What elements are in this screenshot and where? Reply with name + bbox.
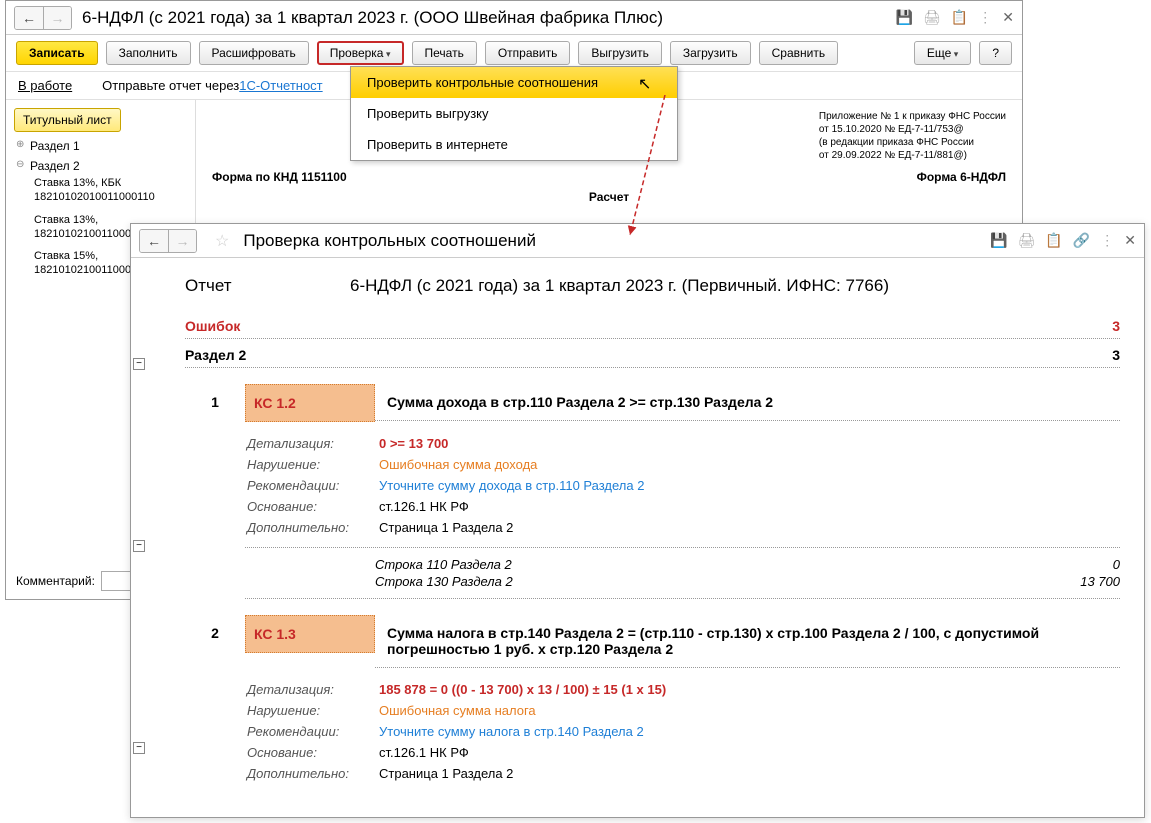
form-name: Форма 6-НДФЛ xyxy=(917,170,1006,184)
section-label: Раздел 2 xyxy=(185,347,246,363)
ks2-detail: 185 878 = 0 ((0 - 13 700) х 13 / 100) ± … xyxy=(379,680,1118,699)
status-label[interactable]: В работе xyxy=(18,78,72,93)
export-button[interactable]: Выгрузить xyxy=(578,41,662,65)
check-nav-forward-button[interactable]: → xyxy=(168,230,196,252)
check-titlebar: ← → ☆ Проверка контрольных соотношений 💾… xyxy=(131,224,1144,258)
collapse-toggle-1[interactable]: − xyxy=(133,358,145,370)
sidebar-title-page[interactable]: Титульный лист xyxy=(14,108,121,132)
ks2-basis: ст.126.1 НК РФ xyxy=(379,743,1118,762)
otchet-label: Отчет xyxy=(185,276,350,296)
decode-button[interactable]: Расшифровать xyxy=(199,41,309,65)
sidebar-s2-item-0[interactable]: Ставка 13%, КБК 18210102010011000110 xyxy=(14,176,187,205)
ks1-violation: Ошибочная сумма дохода xyxy=(379,455,1118,474)
errors-row: Ошибок 3 xyxy=(185,314,1120,339)
comment-label: Комментарий: xyxy=(16,574,95,588)
check-dropdown-menu: Проверить контрольные соотношения Провер… xyxy=(350,66,678,161)
sidebar-section2[interactable]: ⊖Раздел 2 xyxy=(14,156,187,176)
sidebar-section1[interactable]: ⊕Раздел 1 xyxy=(14,136,187,156)
ks2-violation: Ошибочная сумма налога xyxy=(379,701,1118,720)
ks-block-1: 1 КС 1.2 Сумма дохода в стр.110 Раздела … xyxy=(185,384,1120,599)
errors-label: Ошибок xyxy=(185,318,240,334)
ks1-desc: Сумма дохода в стр.110 Раздела 2 >= стр.… xyxy=(375,384,1120,421)
nav-buttons: ← → xyxy=(14,6,72,30)
check-body: − − − Отчет 6-НДФЛ (с 2021 года) за 1 кв… xyxy=(131,258,1144,817)
ks-block-2: 2 КС 1.3 Сумма налога в стр.140 Раздела … xyxy=(185,615,1120,785)
ks1-detail: 0 >= 13 700 xyxy=(379,434,1118,453)
ks2-recommend[interactable]: Уточните сумму налога в стр.140 Раздела … xyxy=(379,722,1118,741)
star-icon[interactable]: ☆ xyxy=(215,231,229,251)
ks1-basis: ст.126.1 НК РФ xyxy=(379,497,1118,516)
otchet-value: 6-НДФЛ (с 2021 года) за 1 квартал 2023 г… xyxy=(350,276,889,296)
save-icon[interactable]: 💾 xyxy=(896,9,913,26)
titlebar: ← → 6-НДФЛ (с 2021 года) за 1 квартал 20… xyxy=(6,1,1022,35)
check-print-icon[interactable]: 🖨 xyxy=(1018,232,1036,249)
ks2-extra: Страница 1 Раздела 2 xyxy=(379,764,1118,783)
knd-label: Форма по КНД 1151100 xyxy=(212,170,347,184)
print-button[interactable]: Печать xyxy=(412,41,477,65)
more-icon[interactable]: ⋮ xyxy=(978,9,992,26)
raschet-label: Расчет xyxy=(212,190,1006,204)
compare-button[interactable]: Сравнить xyxy=(759,41,838,65)
clip-icon[interactable]: 📋 xyxy=(951,9,968,26)
ks1-line-0: Строка 110 Раздела 20 xyxy=(375,556,1120,573)
close-icon[interactable]: ✕ xyxy=(1002,9,1014,26)
check-link-icon[interactable]: 🔗 xyxy=(1073,232,1090,249)
check-button[interactable]: Проверка xyxy=(317,41,404,65)
window-title: 6-НДФЛ (с 2021 года) за 1 квартал 2023 г… xyxy=(82,8,896,28)
check-title: Проверка контрольных соотношений xyxy=(237,231,990,251)
ks1-badge: КС 1.2 xyxy=(245,384,375,422)
check-window: ← → ☆ Проверка контрольных соотношений 💾… xyxy=(130,223,1145,818)
help-button[interactable]: ? xyxy=(979,41,1012,65)
send-button[interactable]: Отправить xyxy=(485,41,571,65)
ks1-extra: Страница 1 Раздела 2 xyxy=(379,518,1118,537)
menu-check-ratios[interactable]: Проверить контрольные соотношения xyxy=(351,67,677,98)
check-title-actions: 💾 🖨 📋 🔗 ⋮ ✕ xyxy=(990,232,1136,249)
check-close-icon[interactable]: ✕ xyxy=(1124,232,1136,249)
title-actions: 💾 🖨 📋 ⋮ ✕ xyxy=(896,9,1014,26)
ks1-num: 1 xyxy=(185,384,245,410)
status-link[interactable]: 1С-Отчетност xyxy=(239,78,322,93)
menu-check-internet[interactable]: Проверить в интернете xyxy=(351,129,677,160)
section-row: Раздел 2 3 xyxy=(185,343,1120,368)
status-hint: Отправьте отчет через xyxy=(102,78,239,93)
check-clip-icon[interactable]: 📋 xyxy=(1045,232,1062,249)
check-save-icon[interactable]: 💾 xyxy=(990,232,1007,249)
more-button[interactable]: Еще xyxy=(914,41,971,65)
menu-check-export[interactable]: Проверить выгрузку xyxy=(351,98,677,129)
ks2-badge: КС 1.3 xyxy=(245,615,375,653)
ks2-desc: Сумма налога в стр.140 Раздела 2 = (стр.… xyxy=(375,615,1120,668)
nav-back-button[interactable]: ← xyxy=(15,7,43,29)
nav-forward-button[interactable]: → xyxy=(43,7,71,29)
collapse-toggle-2[interactable]: − xyxy=(133,540,145,552)
check-more-icon[interactable]: ⋮ xyxy=(1100,232,1114,249)
errors-count: 3 xyxy=(1112,318,1120,334)
collapse-toggle-3[interactable]: − xyxy=(133,742,145,754)
tree-gutter: − − − xyxy=(133,358,151,804)
check-nav-buttons: ← → xyxy=(139,229,197,253)
ks1-recommend[interactable]: Уточните сумму дохода в стр.110 Раздела … xyxy=(379,476,1118,495)
section-count: 3 xyxy=(1112,347,1120,363)
fill-button[interactable]: Заполнить xyxy=(106,41,191,65)
check-nav-back-button[interactable]: ← xyxy=(140,230,168,252)
save-button[interactable]: Записать xyxy=(16,41,98,65)
ks1-line-1: Строка 130 Раздела 213 700 xyxy=(375,573,1120,590)
ks2-num: 2 xyxy=(185,615,245,641)
print-icon[interactable]: 🖨 xyxy=(923,9,941,26)
import-button[interactable]: Загрузить xyxy=(670,41,751,65)
prilozh-block: Приложение № 1 к приказу ФНС России от 1… xyxy=(819,110,1006,162)
otchet-row: Отчет 6-НДФЛ (с 2021 года) за 1 квартал … xyxy=(185,276,1120,296)
